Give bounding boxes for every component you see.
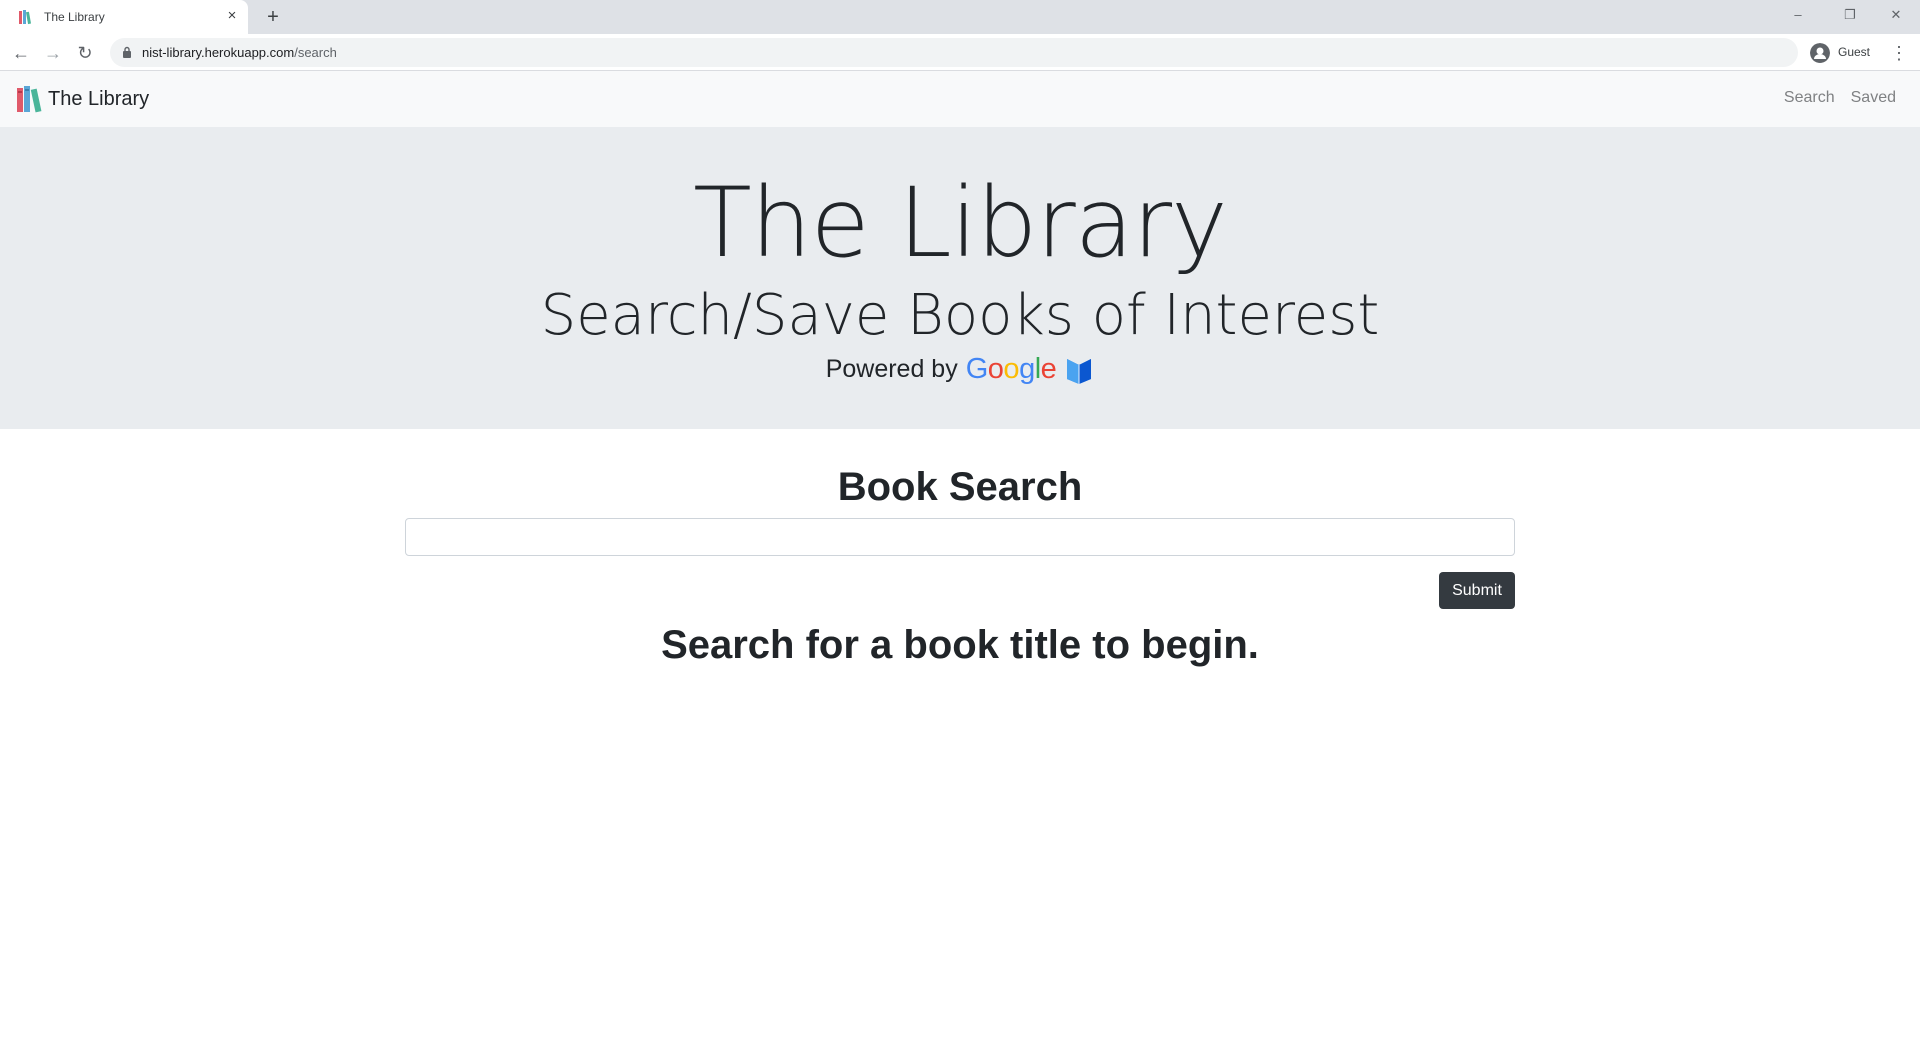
profile-label: Guest: [1838, 45, 1871, 59]
browser-chrome: The Library × + – ❐ ✕ ← → ↻ nist-library…: [0, 0, 1920, 71]
url-host: nist-library.herokuapp.com: [142, 45, 295, 60]
lock-icon: [123, 46, 131, 58]
tab-title: The Library: [44, 10, 105, 24]
new-tab-button[interactable]: +: [262, 6, 284, 28]
back-button[interactable]: ←: [10, 42, 32, 64]
tab-close-icon[interactable]: ×: [224, 8, 240, 24]
books-logo-icon: [17, 86, 42, 113]
url-path: /search: [294, 45, 337, 60]
search-heading: Book Search: [837, 465, 1083, 509]
powered-by: Powered by Google: [0, 353, 1920, 386]
empty-state-message: Search for a book title to begin.: [661, 623, 1259, 667]
brand-link[interactable]: The Library: [16, 85, 149, 113]
hero-title: The Library: [693, 167, 1228, 279]
hero-subtitle: Search/Save Books of Interest: [540, 283, 1380, 348]
google-letter: g: [1019, 353, 1035, 385]
nav-link-saved[interactable]: Saved: [1851, 89, 1896, 107]
profile-button[interactable]: Guest: [1804, 38, 1878, 67]
browser-menu-icon[interactable]: ⋮: [1888, 42, 1910, 64]
tab-strip: The Library × + – ❐ ✕: [0, 0, 1920, 34]
books-icon: [19, 10, 32, 25]
main-content: Book Search Submit Search for a book tit…: [0, 429, 1920, 1029]
powered-by-label: Powered by: [825, 355, 958, 383]
close-window-button[interactable]: ✕: [1884, 5, 1908, 25]
hero-banner: The Library Search/Save Books of Interes…: [0, 127, 1920, 429]
restore-button[interactable]: ❐: [1838, 5, 1862, 25]
browser-toolbar: ← → ↻ nist-library.herokuapp.com/search …: [0, 34, 1920, 71]
google-letter: G: [965, 353, 989, 385]
google-letter: e: [1040, 353, 1057, 385]
reload-button[interactable]: ↻: [74, 42, 96, 64]
url-text: nist-library.herokuapp.com/search: [142, 45, 337, 60]
search-input[interactable]: [405, 518, 1515, 556]
google-letter: o: [987, 353, 1004, 385]
tab-active[interactable]: The Library ×: [0, 0, 248, 34]
forward-button[interactable]: →: [42, 42, 64, 64]
submit-button[interactable]: Submit: [1439, 572, 1515, 609]
address-bar[interactable]: nist-library.herokuapp.com/search: [110, 38, 1798, 67]
nav-links: Search Saved: [1784, 89, 1896, 107]
site-navbar: The Library Search Saved: [0, 71, 1920, 127]
google-letter: o: [1003, 353, 1020, 385]
brand-name: The Library: [48, 87, 150, 110]
avatar-icon: [1810, 43, 1830, 63]
minimize-button[interactable]: –: [1786, 5, 1810, 25]
nav-link-search[interactable]: Search: [1784, 89, 1835, 107]
google-logo: Google: [966, 353, 1057, 386]
google-books-icon: [1067, 358, 1092, 384]
